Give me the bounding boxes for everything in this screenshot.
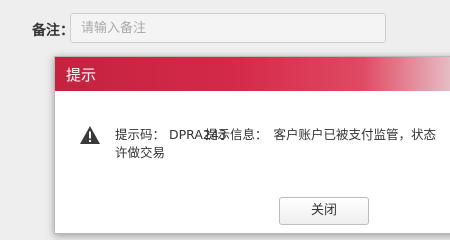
remark-row: 备注： xyxy=(0,0,450,58)
dialog-body: 提示码： DPRA243 提示信息： 客户账户已被支付监管，状态 许做交易 xyxy=(55,91,450,191)
message-info-continuation: 许做交易 xyxy=(115,145,166,160)
dialog-header[interactable]: 提示 xyxy=(55,57,450,91)
dialog-title: 提示 xyxy=(66,66,97,84)
warning-icon xyxy=(80,126,100,144)
message-info-text: 客户账户已被支付监管，状态 xyxy=(273,127,437,142)
message-info-label: 提示信息： xyxy=(205,127,268,142)
close-button[interactable]: 关闭 xyxy=(279,197,369,225)
message-code-label: 提示码： xyxy=(115,127,166,142)
message-info: 提示信息： 客户账户已被支付监管，状态 xyxy=(205,124,436,143)
remark-label: 备注： xyxy=(32,23,74,39)
dialog-footer: 关闭 xyxy=(55,193,450,233)
remark-input[interactable] xyxy=(70,13,386,43)
alert-dialog: 提示 提示码： DPRA243 提示信息： 客户账户已被支付监管，状态 许做交易 关… xyxy=(54,56,450,234)
